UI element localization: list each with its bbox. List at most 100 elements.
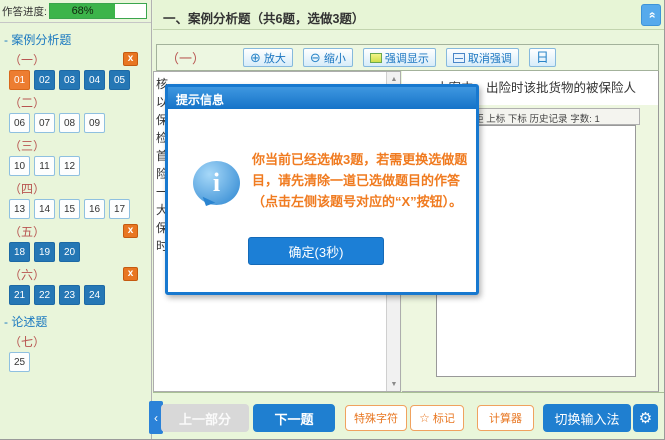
progress-fill: 68% xyxy=(50,4,115,18)
mark-button[interactable]: ☆ 标记 xyxy=(410,405,464,431)
question-button[interactable]: 15 xyxy=(59,199,80,219)
collapse-header-button[interactable]: » xyxy=(641,4,661,26)
zoom-in-button[interactable]: ⊕ 放大 xyxy=(243,48,293,67)
question-button[interactable]: 24 xyxy=(84,285,105,305)
double-chevron-up-icon: » xyxy=(644,12,658,19)
zoom-out-label: 缩小 xyxy=(324,50,346,66)
question-button[interactable]: 02 xyxy=(34,70,55,90)
main-header: 一、案例分析题（共6题，选做3题） » xyxy=(153,0,665,30)
group-label: （二） xyxy=(9,94,45,111)
group-label: （五） xyxy=(9,223,45,240)
clear-group-button[interactable]: x xyxy=(123,52,138,66)
question-button[interactable]: 19 xyxy=(34,242,55,262)
essay-question-groups: （七） 25 xyxy=(0,333,151,372)
question-button[interactable]: 07 xyxy=(34,113,55,133)
question-number-row: 1314151617 xyxy=(9,199,151,219)
question-number-row: 101112 xyxy=(9,156,151,176)
question-group-row: （七） xyxy=(9,333,138,349)
gear-icon: ⚙ xyxy=(639,409,652,427)
question-button[interactable]: 05 xyxy=(109,70,130,90)
case-question-groups: （一）x0102030405（二）06070809（三）101112（四）131… xyxy=(0,51,151,305)
question-button[interactable]: 12 xyxy=(59,156,80,176)
chevron-left-icon: ‹ xyxy=(154,411,158,425)
question-button[interactable]: 18 xyxy=(9,242,30,262)
question-number-row: 25 xyxy=(9,352,151,372)
unhighlight-button[interactable]: 取消强调 xyxy=(446,48,519,67)
zoom-in-label: 放大 xyxy=(264,50,286,66)
dialog-title: 提示信息 xyxy=(168,87,476,109)
question-button[interactable]: 10 xyxy=(9,156,30,176)
sidebar-section-case-title[interactable]: - 案例分析题 xyxy=(4,31,151,48)
question-button[interactable]: 09 xyxy=(84,113,105,133)
highlight-icon xyxy=(370,53,382,63)
question-button[interactable]: 06 xyxy=(9,113,30,133)
question-group-row: （四） xyxy=(9,180,138,196)
clear-group-button[interactable]: x xyxy=(123,224,138,238)
question-button[interactable]: 22 xyxy=(34,285,55,305)
confirm-button[interactable]: 确定(3秒) xyxy=(248,237,384,265)
question-toolbar: （一） ⊕ 放大 ⊖ 缩小 强调显示 取消强调 日 xyxy=(156,44,659,71)
settings-button[interactable]: ⚙ xyxy=(633,404,658,432)
info-icon: i xyxy=(193,161,240,205)
question-group-row: （三） xyxy=(9,137,138,153)
group-label: （七） xyxy=(9,333,45,350)
page-title: 一、案例分析题（共6题，选做3题） xyxy=(163,8,364,27)
prev-section-button[interactable]: 上一部分 xyxy=(161,404,249,432)
exam-window: 作答进度: 68% - 案例分析题 （一）x0102030405（二）06070… xyxy=(0,0,665,440)
question-button[interactable]: 03 xyxy=(59,70,80,90)
mark-label: 标记 xyxy=(433,410,455,426)
question-group-row: （六） x xyxy=(9,266,138,282)
highlight-label: 强调显示 xyxy=(385,50,429,66)
dialog-body: i 你当前已经选做3题，若需更换选做题目，请先清除一道已选做题目的作答（点击左侧… xyxy=(168,109,476,292)
question-button[interactable]: 23 xyxy=(59,285,80,305)
progress-row: 作答进度: 68% xyxy=(0,0,151,23)
question-button[interactable]: 11 xyxy=(34,156,55,176)
question-button[interactable]: 08 xyxy=(59,113,80,133)
question-button[interactable]: 17 xyxy=(109,199,130,219)
sidebar-section-essay-title[interactable]: - 论述题 xyxy=(4,313,151,330)
highlight-button[interactable]: 强调显示 xyxy=(363,48,436,67)
calculator-button[interactable]: 计算器 xyxy=(477,405,534,431)
star-icon: ☆ xyxy=(419,411,430,425)
sidebar: 作答进度: 68% - 案例分析题 （一）x0102030405（二）06070… xyxy=(0,0,152,440)
progress-bar: 68% xyxy=(49,3,147,19)
panel-layout-icon: 日 xyxy=(536,51,549,64)
special-chars-button[interactable]: 特殊字符 xyxy=(345,405,407,431)
question-button[interactable]: 01 xyxy=(9,70,30,90)
zoom-in-icon: ⊕ xyxy=(250,51,261,64)
dialog-message: 你当前已经选做3题，若需更换选做题目，请先清除一道已选做题目的作答（点击左侧该题… xyxy=(252,149,470,212)
question-button[interactable]: 13 xyxy=(9,199,30,219)
switch-input-method-button[interactable]: 切换输入法 xyxy=(543,404,631,432)
question-button[interactable]: 20 xyxy=(59,242,80,262)
group-label: （四） xyxy=(9,180,45,197)
unhighlight-label: 取消强调 xyxy=(468,50,512,66)
panel-layout-button[interactable]: 日 xyxy=(529,48,556,67)
group-label: （一） xyxy=(9,51,45,68)
zoom-out-button[interactable]: ⊖ 缩小 xyxy=(303,48,353,67)
question-number-row: 181920 xyxy=(9,242,151,262)
question-button[interactable]: 14 xyxy=(34,199,55,219)
section-title-label: 论述题 xyxy=(11,315,47,329)
question-button[interactable]: 25 xyxy=(9,352,30,372)
collapse-indicator-icon: - xyxy=(4,33,8,47)
question-button[interactable]: 16 xyxy=(84,199,105,219)
unhighlight-icon xyxy=(453,53,465,63)
question-group-row: （一） x xyxy=(9,51,138,67)
progress-label: 作答进度: xyxy=(2,4,47,19)
alert-dialog: 提示信息 i 你当前已经选做3题，若需更换选做题目，请先清除一道已选做题目的作答… xyxy=(165,84,479,295)
question-number-row: 06070809 xyxy=(9,113,151,133)
question-button[interactable]: 04 xyxy=(84,70,105,90)
question-group-row: （二） xyxy=(9,94,138,110)
group-label: （三） xyxy=(9,137,45,154)
clear-group-button[interactable]: x xyxy=(123,267,138,281)
question-number-row: 0102030405 xyxy=(9,70,151,90)
current-group-label: （一） xyxy=(166,48,205,67)
section-title-label: 案例分析题 xyxy=(11,33,71,47)
question-group-row: （五） x xyxy=(9,223,138,239)
collapse-indicator-icon: - xyxy=(4,315,8,329)
next-question-button[interactable]: 下一题 xyxy=(253,404,335,432)
group-label: （六） xyxy=(9,266,45,283)
scroll-down-icon[interactable]: ▼ xyxy=(387,377,401,391)
question-button[interactable]: 21 xyxy=(9,285,30,305)
question-number-row: 21222324 xyxy=(9,285,151,305)
